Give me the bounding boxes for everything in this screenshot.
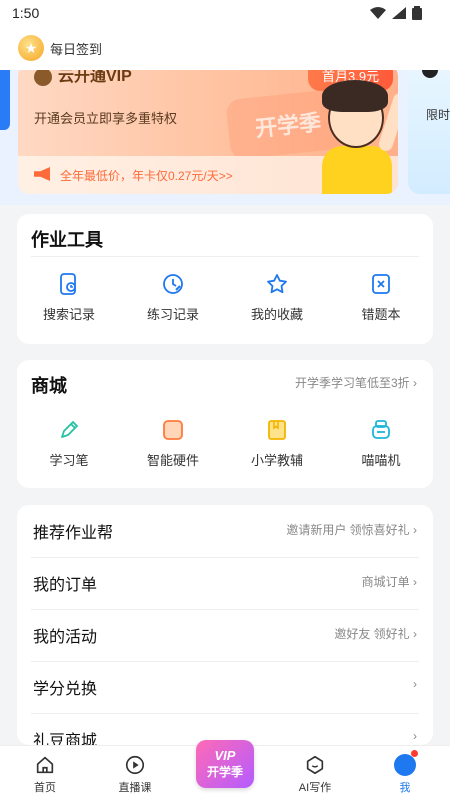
chevron-right-icon: ›	[413, 575, 417, 589]
vip-subtitle: 开通会员立即享多重特权	[34, 111, 178, 126]
me-icon	[394, 750, 418, 776]
menu-recommend[interactable]: 推荐作业帮 邀请新用户 领惊喜好礼 ›	[31, 505, 419, 558]
home-icon	[36, 756, 54, 774]
banner-area: 云开通VIP 首月3.9元 开通会员立即享多重特权 开学季 全年最低价，年卡仅0…	[0, 70, 450, 205]
next-card-text: 限时	[426, 108, 450, 122]
tab-ai-writing[interactable]: AI写作	[270, 746, 360, 800]
tools-title: 作业工具	[31, 230, 103, 250]
ai-write-icon	[306, 755, 324, 775]
top-bar: ★ 每日签到	[0, 26, 450, 70]
tab-home[interactable]: 首页	[0, 746, 90, 800]
shop-smart-hardware[interactable]: 智能硬件	[121, 418, 225, 469]
horn-icon	[34, 167, 50, 181]
tab-vip[interactable]: VIP 开学季	[180, 740, 270, 800]
tool-favorites[interactable]: 我的收藏	[225, 272, 329, 323]
status-bar: 1:50	[0, 0, 450, 26]
tab-live-class[interactable]: 直播课	[90, 746, 180, 800]
chevron-right-icon: ›	[413, 729, 417, 743]
chevron-right-icon: ›	[413, 677, 417, 691]
vip-banner[interactable]: 云开通VIP 首月3.9元 开通会员立即享多重特权 开学季 全年最低价，年卡仅0…	[18, 70, 398, 194]
wifi-icon	[370, 7, 386, 19]
tab-me[interactable]: 我	[360, 746, 450, 800]
notification-dot	[411, 750, 418, 757]
battery-icon	[412, 6, 422, 20]
tool-search-record[interactable]: 搜索记录	[17, 272, 121, 323]
chevron-right-icon: ›	[413, 376, 417, 390]
shop-pen[interactable]: 学习笔	[17, 418, 121, 469]
chevron-right-icon: ›	[413, 627, 417, 641]
status-time: 1:50	[12, 5, 40, 21]
checkin-coin-icon: ★	[18, 35, 44, 61]
menu-orders[interactable]: 我的订单 商城订单 ›	[31, 557, 419, 610]
menu-activities[interactable]: 我的活动 邀好友 领好礼 ›	[31, 609, 419, 662]
left-banner-edge[interactable]	[0, 70, 10, 130]
favorites-star-icon	[267, 274, 287, 294]
shop-meow-printer[interactable]: 喵喵机	[329, 418, 433, 469]
mascot-illustration	[300, 80, 398, 194]
daily-checkin[interactable]: ★ 每日签到	[18, 35, 102, 61]
tablet-icon	[163, 420, 183, 440]
menu-list: 推荐作业帮 邀请新用户 领惊喜好礼 › 我的订单 商城订单 › 我的活动 邀好友…	[17, 505, 433, 745]
next-card-icon	[422, 70, 438, 78]
vip-title: 云开通VIP	[58, 70, 132, 85]
shop-card: 商城 开学季学习笔低至3折 › 学习笔 智能硬件 小学教辅 喵喵机	[17, 360, 433, 488]
crown-icon	[34, 70, 52, 86]
chevron-right-icon: ›	[413, 523, 417, 537]
homework-tools-card: 作业工具 搜索记录 练习记录 我的收藏 错题本	[17, 214, 433, 344]
shop-primary-books[interactable]: 小学教辅	[225, 418, 329, 469]
wrong-book-icon	[372, 274, 390, 294]
printer-icon	[372, 420, 390, 439]
tool-practice-record[interactable]: 练习记录	[121, 272, 225, 323]
shop-more-link[interactable]: 开学季学习笔低至3折 ›	[295, 374, 417, 391]
shop-title: 商城	[31, 376, 67, 396]
menu-credit-exchange[interactable]: 学分兑换 ›	[31, 661, 419, 714]
checkin-label: 每日签到	[50, 41, 103, 57]
book-icon	[268, 420, 286, 440]
promo-text: 全年最低价，年卡仅0.27元/天>>	[60, 169, 233, 183]
bottom-tab-bar: 首页 直播课 VIP 开学季 AI写作 我	[0, 740, 450, 800]
tool-wrong-book[interactable]: 错题本	[329, 272, 433, 323]
search-record-icon	[60, 273, 76, 295]
next-banner-card[interactable]: 限时	[408, 70, 450, 194]
signal-icon	[392, 7, 406, 19]
play-icon	[125, 755, 145, 775]
vip-badge: VIP 开学季	[196, 740, 254, 788]
practice-record-icon	[163, 274, 183, 294]
pen-icon	[61, 421, 78, 438]
